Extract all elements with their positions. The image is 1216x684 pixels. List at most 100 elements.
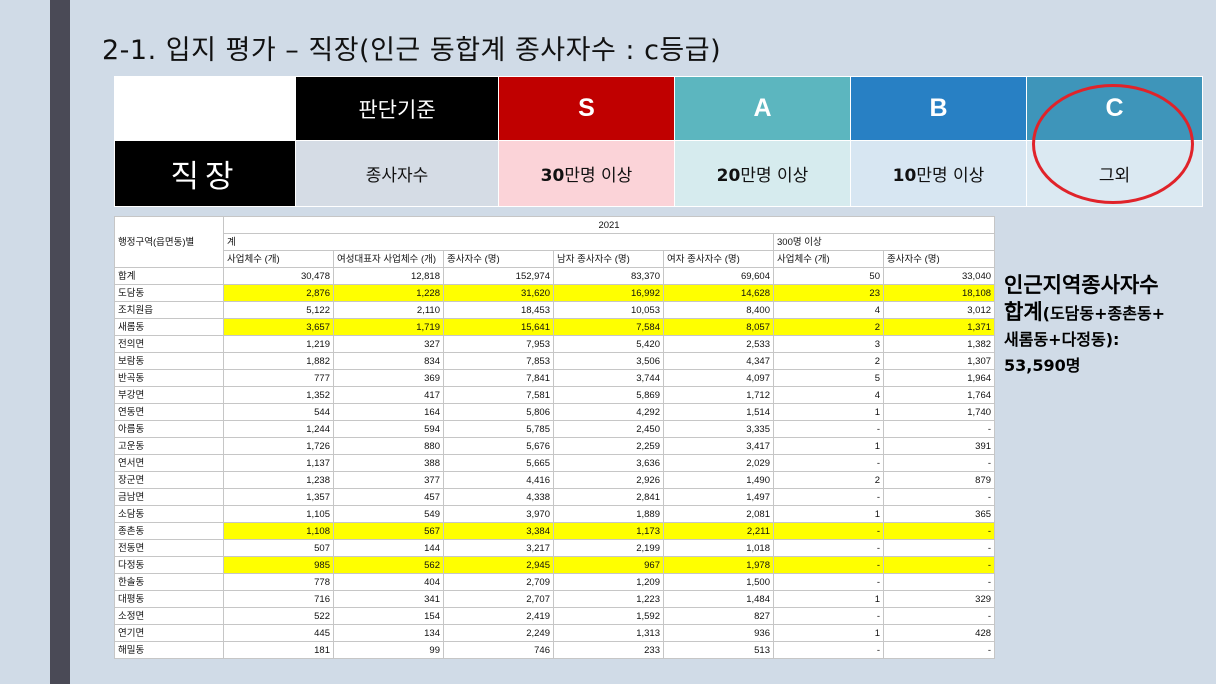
table-cell: 83,370	[553, 267, 664, 285]
table-cell: 457	[333, 488, 444, 506]
table-cell: 2,709	[443, 573, 554, 591]
district-name: 도담동	[114, 284, 224, 302]
table-cell: -	[882, 420, 996, 438]
table-cell: 1,313	[553, 624, 664, 642]
table-cell: 3,744	[553, 369, 664, 387]
table-cell: 1	[773, 403, 884, 421]
district-name: 소담동	[114, 505, 224, 523]
table-cell: 2	[773, 352, 884, 370]
table-cell: 4	[773, 386, 884, 404]
table-cell: 2,450	[553, 420, 664, 438]
table-cell: -	[773, 539, 884, 557]
table-cell: 154	[333, 607, 444, 625]
table-cell: 1,238	[223, 471, 334, 489]
table-cell: -	[882, 488, 996, 506]
criteria-row-label: 직장	[114, 140, 296, 207]
summary-line3: 새롬동+다정동):	[1004, 330, 1120, 349]
district-name: 연서면	[114, 454, 224, 472]
table-cell: 2,841	[553, 488, 664, 506]
table-cell: 1,209	[553, 573, 664, 591]
grade-a-header: A	[674, 76, 851, 141]
table-cell: 1,371	[882, 318, 996, 336]
table-cell: 3,217	[443, 539, 554, 557]
table-cell: 1,514	[663, 403, 774, 421]
table-cell: 7,953	[443, 335, 554, 353]
table-cell: 594	[333, 420, 444, 438]
table-cell: 777	[223, 369, 334, 387]
table-cell: 1,740	[882, 403, 996, 421]
table-cell: 3,012	[882, 301, 996, 319]
table-cell: 8,400	[663, 301, 774, 319]
table-cell: 4,292	[553, 403, 664, 421]
table-cell: 1,889	[553, 505, 664, 523]
district-name: 합계	[114, 267, 224, 285]
district-name: 보람동	[114, 352, 224, 370]
sheet-col-header: 종사자수 (명)	[882, 250, 996, 268]
grade-a-number: 20	[716, 166, 741, 186]
table-row: 해밀동 181 99 746 233 513- -	[114, 641, 996, 659]
table-cell: 4,338	[443, 488, 554, 506]
table-cell: -	[882, 641, 996, 659]
table-cell: 2,926	[553, 471, 664, 489]
table-row: 전의면 1,219 327 7,953 5,420 2,533 3 1,382	[114, 335, 996, 353]
table-cell: -	[773, 556, 884, 574]
table-cell: 10,053	[553, 301, 664, 319]
table-cell: 1,497	[663, 488, 774, 506]
table-cell: 4,097	[663, 369, 774, 387]
table-row: 연동면 544 164 5,806 4,292 1,514 1 1,740	[114, 403, 996, 421]
table-row: 도담동 2,876 1,228 31,620 16,992 14,628 23 18,108	[114, 284, 996, 302]
table-cell: 3,335	[663, 420, 774, 438]
table-cell: 562	[333, 556, 444, 574]
grade-s-value: 30만명 이상	[498, 140, 675, 207]
table-cell: 880	[333, 437, 444, 455]
table-cell: 2,081	[663, 505, 774, 523]
table-cell: 50	[773, 267, 884, 285]
table-cell: -	[882, 539, 996, 557]
table-row: 금남면 1,357 457 4,338 2,841 1,497- -	[114, 488, 996, 506]
table-cell: 1,219	[223, 335, 334, 353]
summary-line4: 53,590명	[1004, 353, 1209, 379]
table-cell: -	[882, 522, 996, 540]
table-cell: 3,657	[223, 318, 334, 336]
criteria-basis: 종사자수	[295, 140, 499, 207]
table-row: 장군면 1,238 377 4,416 2,926 1,490 2 879	[114, 471, 996, 489]
table-cell: 5,676	[443, 437, 554, 455]
summary-line2-big: 합계	[1004, 300, 1043, 324]
table-cell: 834	[333, 352, 444, 370]
table-cell: -	[773, 420, 884, 438]
table-row: 고운동 1,726 880 5,676 2,259 3,417 1 391	[114, 437, 996, 455]
table-cell: 5	[773, 369, 884, 387]
table-cell: 144	[333, 539, 444, 557]
table-cell: 1,484	[663, 590, 774, 608]
district-name: 아름동	[114, 420, 224, 438]
summary-note: 인근지역종사자수 합계(도담동+종촌동+ 새롬동+다정동): 53,590명	[1004, 272, 1209, 379]
district-name: 반곡동	[114, 369, 224, 387]
table-row: 반곡동 777 369 7,841 3,744 4,097 5 1,964	[114, 369, 996, 387]
table-cell: 7,581	[443, 386, 554, 404]
table-cell: -	[773, 641, 884, 659]
table-cell: 1,382	[882, 335, 996, 353]
table-row: 연기면 445 134 2,249 1,313 936 1 428	[114, 624, 996, 642]
table-cell: 12,818	[333, 267, 444, 285]
grade-s-unit: 만명 이상	[564, 166, 633, 186]
table-cell: 2	[773, 471, 884, 489]
employment-spreadsheet: 행정구역(읍면동)별 2021 계 300명 이상 사업체수 (개) 여성대표자…	[114, 216, 996, 659]
summary-total-unit: 명	[1065, 356, 1081, 375]
table-row: 연서면 1,137 388 5,665 3,636 2,029- -	[114, 454, 996, 472]
grade-a-unit: 만명 이상	[740, 166, 809, 186]
table-cell: 8,057	[663, 318, 774, 336]
table-cell: 716	[223, 590, 334, 608]
table-cell: 778	[223, 573, 334, 591]
table-cell: 567	[333, 522, 444, 540]
table-cell: 391	[882, 437, 996, 455]
table-cell: 181	[223, 641, 334, 659]
table-cell: 2,533	[663, 335, 774, 353]
district-name: 다정동	[114, 556, 224, 574]
table-cell: 1,223	[553, 590, 664, 608]
table-cell: 1,500	[663, 573, 774, 591]
district-name: 소정면	[114, 607, 224, 625]
table-cell: 4	[773, 301, 884, 319]
table-row: 부강면 1,352 417 7,581 5,869 1,712 4 1,764	[114, 386, 996, 404]
table-cell: 329	[882, 590, 996, 608]
district-name: 종촌동	[114, 522, 224, 540]
